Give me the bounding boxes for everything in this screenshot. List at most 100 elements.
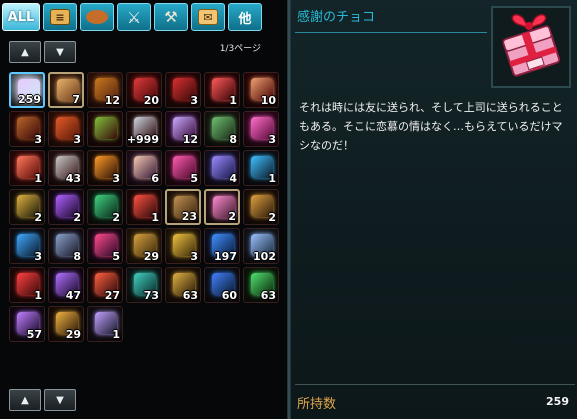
item-quantity: 2 xyxy=(34,211,42,224)
inventory-panel: ALL ≡ ⚔ ⚒ ✉ 他 ▲ ▼ 1/3ページ 259 7 12 20 3 1 10 3 3 +… xyxy=(0,0,287,419)
inventory-slot[interactable]: 1 xyxy=(9,267,45,303)
item-quantity: 3 xyxy=(190,250,198,263)
item-quantity: 3 xyxy=(34,133,42,146)
item-quantity: 3 xyxy=(190,94,198,107)
inventory-slot[interactable]: 5 xyxy=(87,228,123,264)
tab-other[interactable]: 他 xyxy=(228,3,262,31)
inventory-slot[interactable]: +999 xyxy=(126,111,162,147)
inventory-slot[interactable] xyxy=(87,111,123,147)
item-quantity: 197 xyxy=(214,250,237,263)
inventory-slot[interactable]: 1 xyxy=(243,150,279,186)
item-quantity: 20 xyxy=(143,94,159,107)
item-name: 感謝のチョコ xyxy=(297,10,376,25)
inventory-slot[interactable]: 5 xyxy=(165,150,201,186)
item-quantity: 29 xyxy=(65,328,81,341)
inventory-slot[interactable]: 1 xyxy=(87,306,123,342)
footer-divider xyxy=(295,384,575,385)
inventory-slot[interactable]: 2 xyxy=(243,189,279,225)
inventory-slot[interactable]: 6 xyxy=(126,150,162,186)
item-quantity: 63 xyxy=(260,289,276,302)
scroll-icon: ≡ xyxy=(50,9,70,25)
inventory-slot[interactable]: 1 xyxy=(204,72,240,108)
inventory-slot[interactable]: 3 xyxy=(9,111,45,147)
inventory-slot[interactable]: 8 xyxy=(48,228,84,264)
item-quantity: 5 xyxy=(112,250,120,263)
scroll-up-button[interactable]: ▲ xyxy=(9,389,41,411)
scroll-down-button[interactable]: ▼ xyxy=(44,389,76,411)
inventory-slot[interactable]: 2 xyxy=(48,189,84,225)
inventory-slot[interactable]: 7 xyxy=(48,72,84,108)
inventory-slot[interactable]: 3 xyxy=(243,111,279,147)
item-quantity: 1 xyxy=(34,289,42,302)
chevron-down-icon: ▼ xyxy=(56,394,64,406)
tab-letter[interactable]: ✉ xyxy=(191,3,225,31)
chevron-down-icon: ▼ xyxy=(56,46,64,58)
hammer-icon: ⚒ xyxy=(164,8,178,26)
green-scroll-icon xyxy=(95,117,117,139)
inventory-slot[interactable]: 12 xyxy=(87,72,123,108)
inventory-slot[interactable]: 1 xyxy=(9,150,45,186)
item-quantity: 102 xyxy=(253,250,276,263)
item-quantity: 12 xyxy=(104,94,120,107)
letter-icon: ✉ xyxy=(198,9,218,25)
item-quantity: +999 xyxy=(126,133,159,146)
inventory-slot[interactable]: 23 xyxy=(165,189,201,225)
inventory-slot[interactable]: 47 xyxy=(48,267,84,303)
inventory-slot[interactable]: 43 xyxy=(48,150,84,186)
inventory-slot[interactable]: 60 xyxy=(204,267,240,303)
inventory-slot[interactable]: 4 xyxy=(204,150,240,186)
owned-count-value: 259 xyxy=(546,395,569,408)
inventory-slot[interactable]: 3 xyxy=(165,72,201,108)
item-quantity: 43 xyxy=(65,172,81,185)
inventory-slot[interactable]: 2 xyxy=(87,189,123,225)
inventory-slot[interactable]: 12 xyxy=(165,111,201,147)
item-quantity: 2 xyxy=(268,211,276,224)
inventory-slot[interactable]: 29 xyxy=(126,228,162,264)
inventory-slot[interactable]: 3 xyxy=(9,228,45,264)
inventory-slot[interactable]: 27 xyxy=(87,267,123,303)
page-up-button[interactable]: ▲ xyxy=(9,41,41,63)
inventory-slot[interactable]: 63 xyxy=(165,267,201,303)
item-quantity: 27 xyxy=(104,289,120,302)
inventory-slot[interactable]: 3 xyxy=(87,150,123,186)
inventory-slot[interactable]: 8 xyxy=(204,111,240,147)
inventory-slot[interactable]: 3 xyxy=(48,111,84,147)
inventory-slot[interactable]: 2 xyxy=(204,189,240,225)
title-divider xyxy=(295,32,487,33)
inventory-slot[interactable]: 2 xyxy=(9,189,45,225)
sword-icon: ⚔ xyxy=(126,7,142,27)
inventory-slot[interactable]: 10 xyxy=(243,72,279,108)
item-quantity: 8 xyxy=(229,133,237,146)
tab-all[interactable]: ALL xyxy=(2,3,40,31)
item-detail-panel: 感謝のチョコ それは時には友に送られ、そして上司に送られることもある。そこに恋慕… xyxy=(291,0,577,419)
inventory-slot[interactable]: 3 xyxy=(165,228,201,264)
page-down-button[interactable]: ▼ xyxy=(44,41,76,63)
item-quantity: 3 xyxy=(73,133,81,146)
item-quantity: 1 xyxy=(268,172,276,185)
item-quantity: 259 xyxy=(18,93,41,106)
chocolate-gift-box-icon xyxy=(493,8,569,86)
tab-weapon[interactable]: ⚔ xyxy=(117,3,151,31)
inventory-slot[interactable]: 102 xyxy=(243,228,279,264)
inventory-slot[interactable]: 20 xyxy=(126,72,162,108)
item-quantity: 1 xyxy=(151,211,159,224)
owned-count-label: 所持数 xyxy=(297,397,337,412)
inventory-slot[interactable]: 197 xyxy=(204,228,240,264)
page-indicator: 1/3ページ xyxy=(219,44,261,54)
bread-icon xyxy=(86,10,108,24)
inventory-slot[interactable]: 63 xyxy=(243,267,279,303)
inventory-slot[interactable]: 29 xyxy=(48,306,84,342)
item-quantity: 4 xyxy=(229,172,237,185)
inventory-slot[interactable]: 73 xyxy=(126,267,162,303)
item-quantity: 8 xyxy=(73,250,81,263)
item-description: それは時には友に送られ、そして上司に送られることもある。そこに恋慕の情はなく…も… xyxy=(299,101,563,152)
inventory-slot[interactable]: 1 xyxy=(126,189,162,225)
tab-tool[interactable]: ⚒ xyxy=(154,3,188,31)
inventory-slot[interactable]: 259 xyxy=(9,72,45,108)
tab-scroll[interactable]: ≡ xyxy=(43,3,77,31)
inventory-slot[interactable]: 57 xyxy=(9,306,45,342)
item-quantity: 2 xyxy=(228,210,236,223)
item-quantity: 60 xyxy=(221,289,237,302)
item-quantity: 57 xyxy=(26,328,42,341)
tab-food[interactable] xyxy=(80,3,114,31)
